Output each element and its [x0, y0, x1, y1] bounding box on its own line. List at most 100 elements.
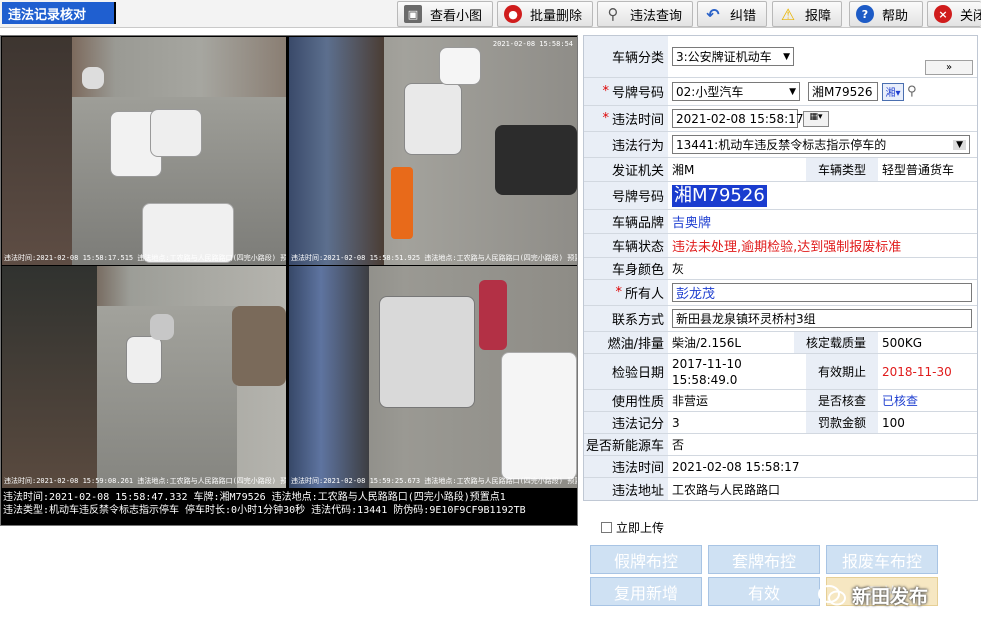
violation-address-label: 违法地址 [584, 478, 668, 500]
calendar-icon: ▦▾ [809, 111, 823, 122]
close-label: 关闭 [960, 8, 981, 24]
contact-input[interactable]: 新田县龙泉镇环灵桥村3组 [672, 309, 972, 328]
plate-number-input[interactable]: 湘M79526 [808, 82, 878, 101]
caption-line-1: 违法时间:2021-02-08 15:58:47.332 车牌:湘M79526 … [3, 492, 506, 503]
double-chevron-down-icon: » [945, 62, 953, 73]
violation-act-label: 违法行为 [584, 132, 668, 157]
row-violation-time-input: * 违法时间 2021-02-08 15:58:17 ▦▾ [584, 106, 977, 132]
camera-photo-3[interactable]: 违法时间:2021-02-08 15:59:08.261 违法地点:工农路与人民… [2, 266, 286, 488]
vehicle-category-value: 3:公安牌证机动车 [676, 50, 772, 64]
contact-label: 联系方式 [584, 306, 668, 331]
violation-act-select[interactable]: 13441:机动车违反禁令标志指示停车的 ▼ [672, 135, 970, 154]
delete-icon: ● [504, 5, 522, 23]
usage-value: 非营运 [672, 394, 709, 408]
expand-button[interactable]: » [925, 60, 973, 75]
violation-time-input[interactable]: 2021-02-08 15:58:17 [672, 109, 803, 128]
camera-photo-4[interactable]: 违法时间:2021-02-08 15:59:25.673 违法地点:工农路与人民… [289, 266, 577, 488]
points-label: 违法记分 [584, 412, 668, 433]
violation-time-label: 违法时间 [584, 456, 668, 477]
violation-time-input-label: 违法时间 [611, 113, 664, 128]
status-label: 车辆状态 [584, 234, 668, 257]
help-label: 帮助 [882, 8, 909, 24]
plate-number-label: 号牌号码 [611, 86, 664, 101]
view-thumbnail-button[interactable]: ▣ 查看小图 [397, 1, 493, 27]
inspection-date-value: 2017-11-10 [672, 356, 742, 371]
row-brand: 车辆品牌 吉奥牌 [584, 210, 977, 234]
window-title: 违法记录核对 [2, 2, 116, 24]
expiry-label: 有效期止 [806, 354, 878, 389]
valid-button[interactable]: 有效 [708, 577, 820, 606]
row-points-fine: 违法记分 3 罚款金额 100 [584, 412, 977, 434]
vehicle-category-select[interactable]: 3:公安牌证机动车 ▼ [672, 47, 794, 66]
violation-time-input-value: 2021-02-08 15:58:17 [676, 111, 804, 126]
points-value: 3 [672, 415, 680, 430]
row-plate-number: * 号牌号码 02:小型汽车 ▼ 湘M79526 湘▾ ⚲ [584, 78, 977, 106]
reuse-add-button[interactable]: 复用新增 [590, 577, 702, 606]
rated-load-value: 500KG [882, 335, 923, 350]
owner-input[interactable]: 彭龙茂 [672, 283, 972, 302]
upload-now-label: 立即上传 [616, 521, 665, 535]
inspection-time-value: 15:58:49.0 [672, 372, 738, 387]
plate-display-label: 号牌号码 [584, 182, 668, 209]
view-thumbnail-icon: ▣ [404, 5, 422, 23]
photo-caption: 违法时间:2021-02-08 15:58:47.332 车牌:湘M79526 … [3, 491, 577, 517]
correct-button[interactable]: ↶ 纠错 [697, 1, 767, 27]
row-contact: 联系方式 新田县龙泉镇环灵桥村3组 [584, 306, 977, 332]
row-owner: * 所有人 彭龙茂 [584, 280, 977, 306]
chevron-down-icon: ▼ [953, 139, 966, 150]
vehicle-type-value: 轻型普通货车 [882, 163, 955, 177]
color-value: 灰 [672, 262, 685, 276]
fine-label: 罚款金额 [806, 412, 878, 433]
owner-label: 所有人 [624, 287, 664, 302]
plate-number-value: 湘M79526 [812, 85, 873, 99]
chevron-down-icon: ▼ [789, 86, 796, 97]
upload-now-checkbox[interactable] [601, 522, 612, 533]
status-value: 违法未处理,逾期检验,达到强制报废标准 [672, 240, 902, 255]
camera-photo-2[interactable]: 2021-02-08 15:58:54 违法时间:2021-02-08 15:5… [289, 37, 577, 265]
violation-time-value: 2021-02-08 15:58:17 [672, 459, 800, 474]
checked-value: 已核查 [882, 394, 919, 408]
cloned-plate-control-button[interactable]: 套牌布控 [708, 545, 820, 574]
owner-value: 彭龙茂 [676, 287, 716, 302]
calendar-picker-button[interactable]: ▦▾ [803, 110, 829, 127]
row-status: 车辆状态 违法未处理,逾期检验,达到强制报废标准 [584, 234, 977, 258]
photo-2-timestamp: 2021-02-08 15:58:54 [492, 40, 573, 48]
plate-province-button[interactable]: 湘▾ [882, 82, 904, 101]
close-icon: × [934, 5, 952, 23]
row-fuel-load: 燃油/排量 柴油/2.156L 核定载质量 500KG [584, 332, 977, 354]
row-authority-type: 发证机关 湘M 车辆类型 轻型普通货车 [584, 158, 977, 182]
row-vehicle-category: 车辆分类 3:公安牌证机动车 ▼ » [584, 36, 977, 78]
batch-delete-button[interactable]: ● 批量删除 [497, 1, 593, 27]
plate-type-value: 02:小型汽车 [676, 85, 744, 99]
upload-now-option[interactable]: 立即上传 [601, 519, 664, 536]
color-label: 车身颜色 [584, 258, 668, 279]
new-energy-label: 是否新能源车 [584, 434, 668, 455]
row-usage-checked: 使用性质 非营运 是否核查 已核查 [584, 390, 977, 412]
row-violation-act: 违法行为 13441:机动车违反禁令标志指示停车的 ▼ [584, 132, 977, 158]
photo-4-stamp: 违法时间:2021-02-08 15:59:25.673 违法地点:工农路与人民… [291, 477, 577, 485]
row-violation-time: 违法时间 2021-02-08 15:58:17 [584, 456, 977, 478]
help-icon: ? [856, 5, 874, 23]
expiry-value: 2018-11-30 [882, 364, 952, 379]
record-detail-panel: 车辆分类 3:公安牌证机动车 ▼ » * 号牌号码 02:小型汽车 ▼ 湘M795… [583, 35, 978, 501]
batch-delete-label: 批量删除 [530, 8, 583, 24]
help-button[interactable]: ? 帮助 [849, 1, 923, 27]
report-fault-button[interactable]: ⚠ 报障 [772, 1, 842, 27]
chevron-down-icon: ▼ [783, 51, 790, 62]
close-button[interactable]: × 关闭 [927, 1, 981, 27]
violation-search-button[interactable]: ⚲ 违法查询 [597, 1, 693, 27]
search-icon[interactable]: ⚲ [907, 84, 917, 99]
fine-value: 100 [882, 415, 905, 430]
camera-photo-1[interactable]: 违法时间:2021-02-08 15:58:17.515 违法地点:工农路与人民… [2, 37, 286, 265]
contact-value: 新田县龙泉镇环灵桥村3组 [676, 312, 816, 326]
violation-photo-composite[interactable]: 违法时间:2021-02-08 15:58:17.515 违法地点:工农路与人民… [0, 35, 578, 526]
scrapped-vehicle-control-button[interactable]: 报废车布控 [826, 545, 938, 574]
row-plate-display: 号牌号码 湘M79526 [584, 182, 977, 210]
search-icon: ⚲ [607, 5, 619, 23]
report-fault-label: 报障 [805, 8, 832, 24]
usage-label: 使用性质 [584, 390, 668, 411]
plate-type-select[interactable]: 02:小型汽车 ▼ [672, 82, 800, 101]
fake-plate-control-button[interactable]: 假牌布控 [590, 545, 702, 574]
violation-search-label: 违法查询 [630, 8, 683, 24]
warning-icon: ⚠ [780, 4, 796, 24]
